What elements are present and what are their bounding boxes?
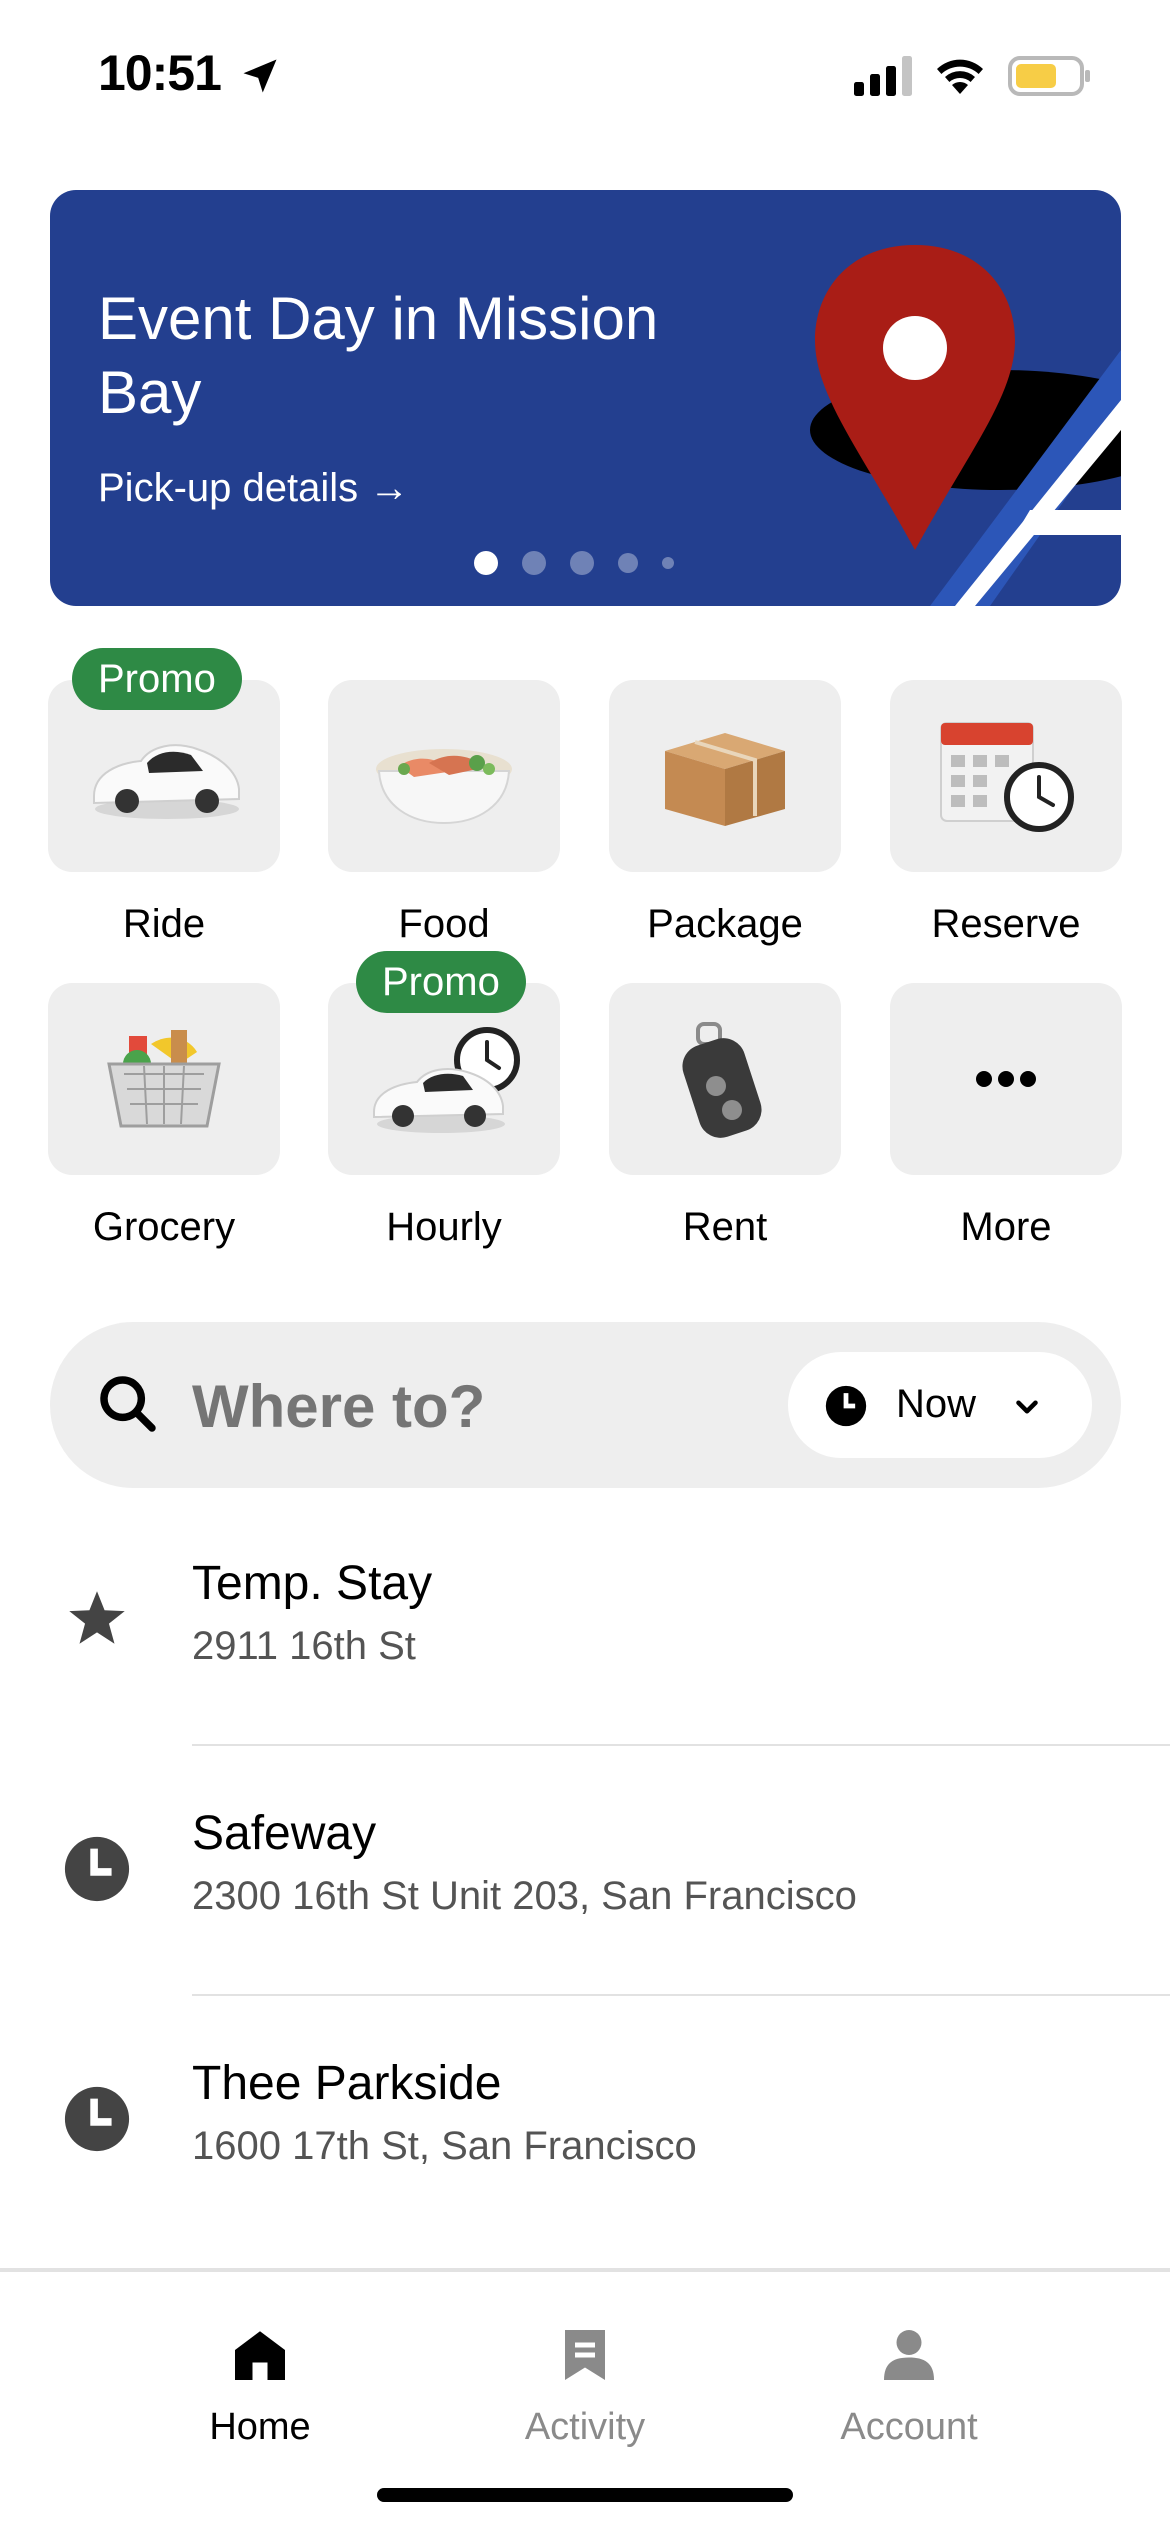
star-icon bbox=[69, 1591, 125, 1644]
service-tile[interactable] bbox=[609, 680, 841, 872]
tab-account[interactable]: Account bbox=[759, 2312, 1059, 2462]
tab-label: Account bbox=[840, 2406, 978, 2448]
place-name: Safeway bbox=[192, 1807, 377, 1860]
map-pin-illustration bbox=[810, 245, 1121, 606]
tab-label: Activity bbox=[524, 2406, 646, 2448]
service-label: Hourly bbox=[386, 1205, 502, 1249]
banner-title: Event Day in Mission Bay bbox=[98, 285, 659, 426]
cellular-signal-icon bbox=[854, 56, 912, 96]
where-to-search-bar[interactable]: Now bbox=[50, 1322, 1121, 1488]
clock-icon bbox=[64, 1836, 130, 1902]
service-label: More bbox=[960, 1205, 1052, 1249]
place-address: 2300 16th St Unit 203, San Francisco bbox=[192, 1874, 857, 1918]
carousel-dot[interactable] bbox=[618, 553, 638, 573]
carousel-dot[interactable] bbox=[662, 557, 674, 569]
place-item[interactable]: Thee Parkside 1600 17th St, San Francisc… bbox=[0, 1996, 1170, 2246]
home-icon bbox=[235, 2331, 285, 2380]
promo-badge: Promo bbox=[356, 951, 526, 1013]
location-arrow-icon bbox=[243, 59, 277, 93]
person-icon bbox=[884, 2330, 934, 2380]
carousel-dot[interactable] bbox=[474, 551, 498, 575]
schedule-time-button[interactable]: Now bbox=[788, 1352, 1092, 1458]
home-indicator[interactable] bbox=[377, 2488, 793, 2502]
place-address: 2911 16th St bbox=[192, 1624, 416, 1668]
service-tile[interactable] bbox=[48, 983, 280, 1175]
battery-icon bbox=[1008, 56, 1090, 96]
calendar-clock-icon bbox=[940, 722, 1074, 832]
promo-banner[interactable]: Event Day in Mission Bay Pick-up details… bbox=[50, 190, 1121, 606]
tab-activity[interactable]: Activity bbox=[435, 2312, 735, 2462]
place-address: 1600 17th St, San Francisco bbox=[192, 2124, 697, 2168]
chevron-down-icon bbox=[1016, 1400, 1038, 1414]
place-name: Temp. Stay bbox=[192, 1557, 433, 1610]
grocery-basket-icon bbox=[107, 1030, 221, 1128]
where-to-input[interactable] bbox=[192, 1372, 752, 1441]
search-icon bbox=[100, 1376, 156, 1432]
place-item[interactable]: Safeway 2300 16th St Unit 203, San Franc… bbox=[0, 1746, 1170, 1996]
food-bowl-icon bbox=[376, 749, 512, 825]
service-tile[interactable] bbox=[609, 983, 841, 1175]
pickup-details-link[interactable]: Pick-up details → bbox=[98, 466, 409, 511]
service-label: Ride bbox=[122, 902, 206, 946]
wifi-icon bbox=[937, 59, 983, 94]
service-label: Package bbox=[647, 902, 803, 946]
service-tile[interactable] bbox=[328, 680, 560, 872]
service-tile[interactable] bbox=[890, 983, 1122, 1175]
car-clock-icon bbox=[373, 1027, 520, 1133]
place-name: Thee Parkside bbox=[192, 2057, 502, 2110]
more-dots-icon bbox=[976, 1071, 1036, 1087]
promo-badge: Promo bbox=[72, 648, 242, 710]
status-bar: 10:51 bbox=[0, 0, 1170, 150]
service-label: Food bbox=[398, 902, 490, 946]
tab-label: Home bbox=[209, 2406, 311, 2448]
place-item[interactable]: Temp. Stay 2911 16th St bbox=[0, 1496, 1170, 1746]
service-label: Grocery bbox=[92, 1205, 236, 1249]
package-box-icon bbox=[665, 733, 785, 826]
clock-icon bbox=[825, 1385, 867, 1427]
time-option-label: Now bbox=[896, 1382, 977, 1426]
service-tile[interactable] bbox=[890, 680, 1122, 872]
carousel-dots[interactable] bbox=[474, 551, 674, 575]
car-key-icon bbox=[682, 1022, 762, 1138]
tab-home[interactable]: Home bbox=[110, 2312, 410, 2462]
status-time: 10:51 bbox=[98, 45, 222, 101]
carousel-dot[interactable] bbox=[522, 551, 546, 575]
receipt-icon bbox=[565, 2330, 605, 2380]
car-icon bbox=[93, 744, 240, 819]
service-label: Reserve bbox=[931, 902, 1081, 946]
clock-icon bbox=[64, 2086, 130, 2152]
carousel-dot[interactable] bbox=[570, 551, 594, 575]
service-label: Rent bbox=[682, 1205, 768, 1249]
